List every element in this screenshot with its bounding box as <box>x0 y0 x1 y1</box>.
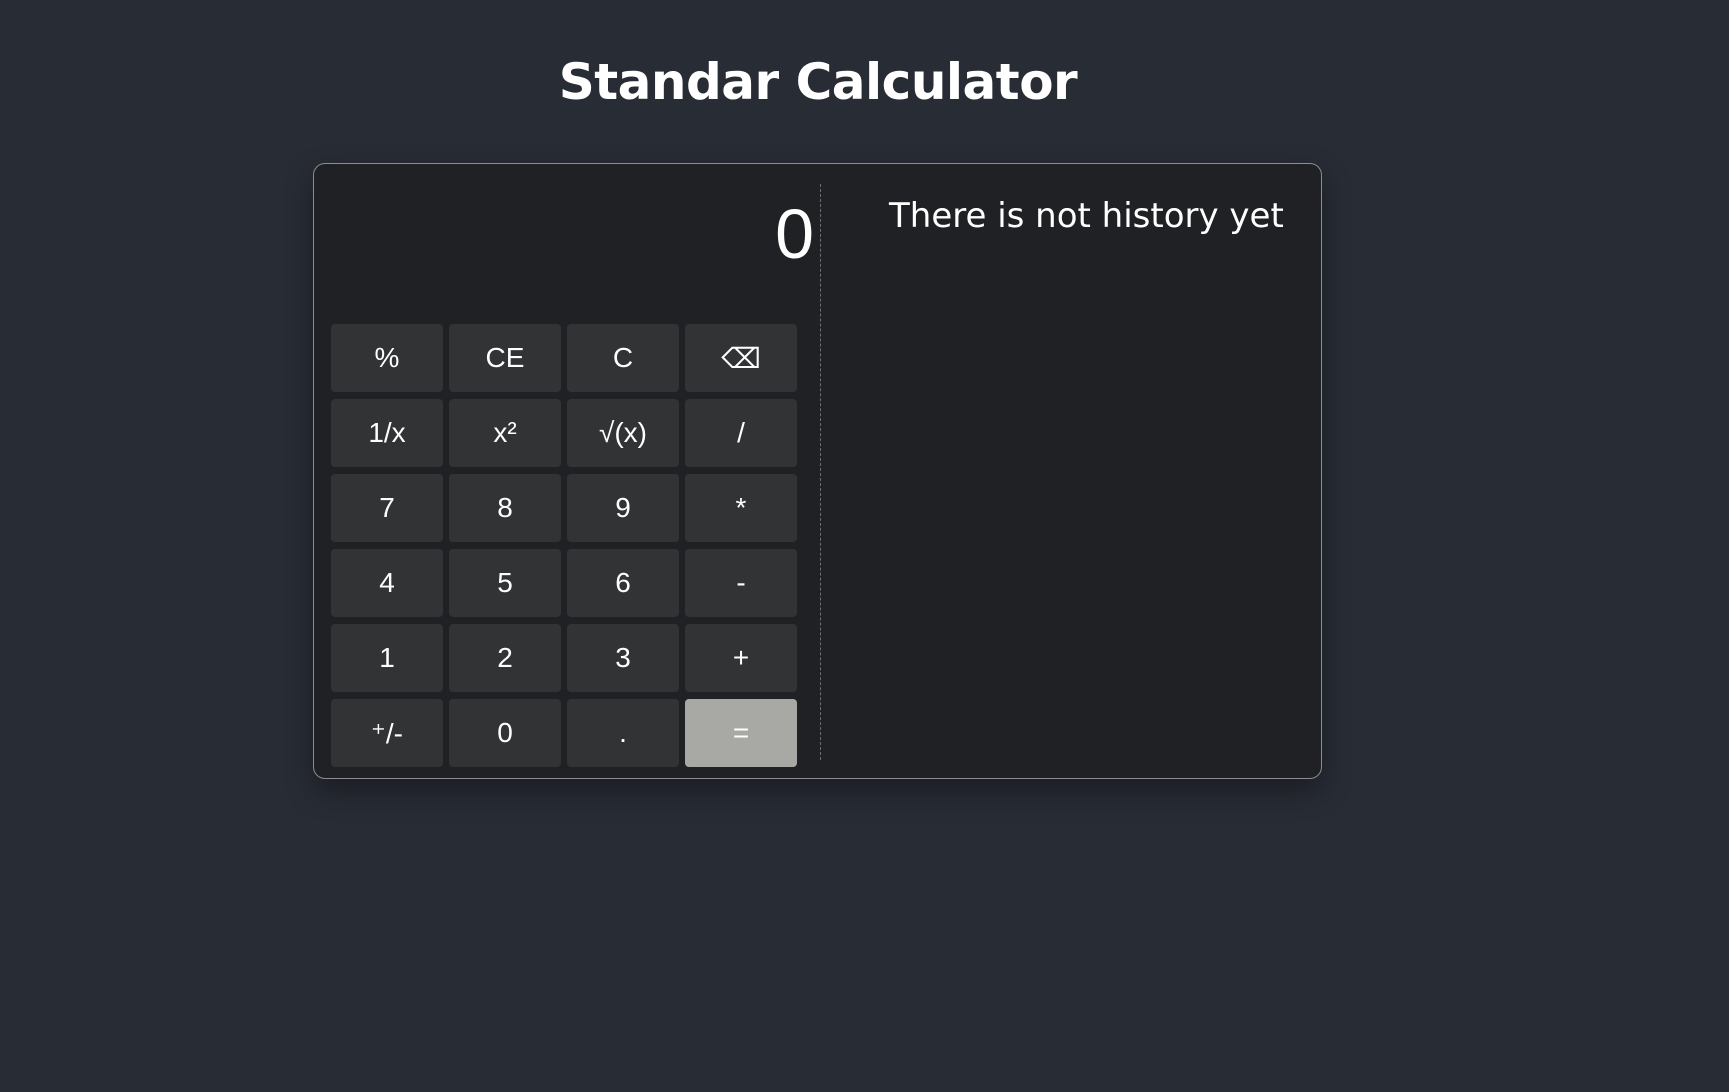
digit-5-button[interactable]: 5 <box>449 549 561 617</box>
multiply-button[interactable]: * <box>685 474 797 542</box>
subtract-button[interactable]: - <box>685 549 797 617</box>
digit-8-button[interactable]: 8 <box>449 474 561 542</box>
digit-1-button[interactable]: 1 <box>331 624 443 692</box>
digit-4-button[interactable]: 4 <box>331 549 443 617</box>
calculator-display: 0 <box>775 195 814 273</box>
square-root-button[interactable]: √(x) <box>567 399 679 467</box>
digit-2-button[interactable]: 2 <box>449 624 561 692</box>
digit-3-button[interactable]: 3 <box>567 624 679 692</box>
clear-entry-button[interactable]: CE <box>449 324 561 392</box>
square-button[interactable]: x² <box>449 399 561 467</box>
percent-button[interactable]: % <box>331 324 443 392</box>
history-empty-message: There is not history yet <box>889 196 1284 236</box>
digit-0-button[interactable]: 0 <box>449 699 561 767</box>
digit-9-button[interactable]: 9 <box>567 474 679 542</box>
backspace-button[interactable]: ⌫ <box>685 324 797 392</box>
page-title: Standar Calculator <box>558 53 1078 111</box>
digit-6-button[interactable]: 6 <box>567 549 679 617</box>
divide-button[interactable]: / <box>685 399 797 467</box>
calculator-panel: 0 % CE C ⌫ 1/x x² √(x) / 7 8 9 * 4 5 6 -… <box>313 163 1322 779</box>
panel-divider <box>820 184 821 760</box>
add-button[interactable]: + <box>685 624 797 692</box>
keypad: % CE C ⌫ 1/x x² √(x) / 7 8 9 * 4 5 6 - 1… <box>331 324 803 767</box>
clear-button[interactable]: C <box>567 324 679 392</box>
decimal-button[interactable]: . <box>567 699 679 767</box>
digit-7-button[interactable]: 7 <box>331 474 443 542</box>
reciprocal-button[interactable]: 1/x <box>331 399 443 467</box>
negate-button[interactable]: ⁺/- <box>331 699 443 767</box>
equals-button[interactable]: = <box>685 699 797 767</box>
